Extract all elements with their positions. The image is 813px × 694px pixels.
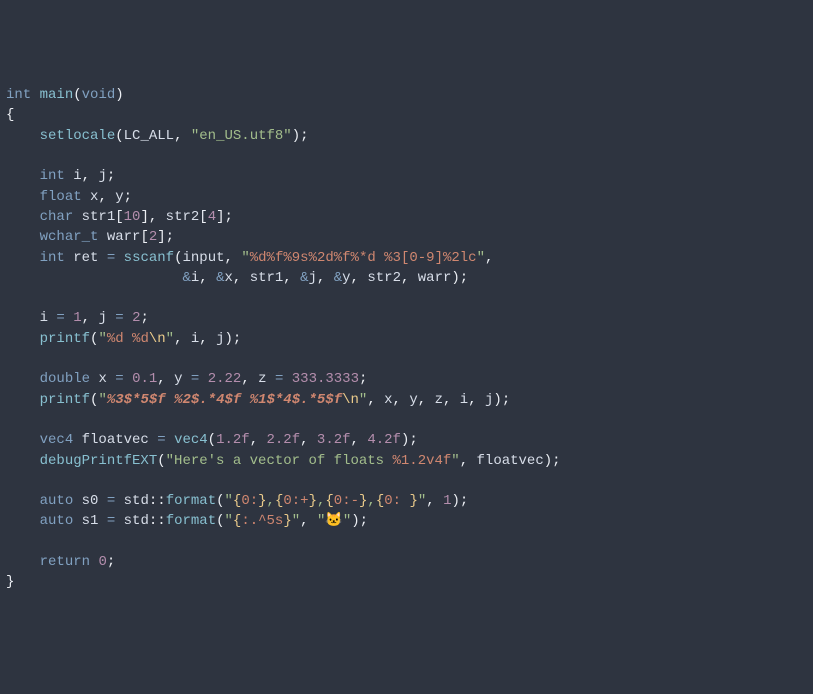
line-6: float x, y; bbox=[6, 189, 132, 205]
line-8: wchar_t warr[2]; bbox=[6, 229, 174, 245]
line-16: printf("%3$*5$f %2$.*4$f %1$*4$.*5$f\n",… bbox=[6, 392, 510, 408]
line-22: auto s1 = std::format("{:.^5s}", "🐱"); bbox=[6, 513, 368, 529]
line-24: return 0; bbox=[6, 554, 115, 570]
line-18: vec4 floatvec = vec4(1.2f, 2.2f, 3.2f, 4… bbox=[6, 432, 418, 448]
line-13: printf("%d %d\n", i, j); bbox=[6, 331, 241, 347]
line-12: i = 1, j = 2; bbox=[6, 310, 149, 326]
line-10: &i, &x, str1, &j, &y, str2, warr); bbox=[6, 270, 468, 286]
line-9: int ret = sscanf(input, "%d%f%9s%2d%f%*d… bbox=[6, 250, 493, 266]
line-5: int i, j; bbox=[6, 168, 115, 184]
line-1: int main(void) bbox=[6, 87, 124, 103]
line-15: double x = 0.1, y = 2.22, z = 333.3333; bbox=[6, 371, 367, 387]
code-block: int main(void) { setlocale(LC_ALL, "en_U… bbox=[6, 85, 807, 592]
line-7: char str1[10], str2[4]; bbox=[6, 209, 233, 225]
line-19: debugPrintfEXT("Here's a vector of float… bbox=[6, 453, 561, 469]
line-3: setlocale(LC_ALL, "en_US.utf8"); bbox=[6, 128, 309, 144]
line-21: auto s0 = std::format("{0:},{0:+},{0:-},… bbox=[6, 493, 468, 509]
line-25: } bbox=[6, 574, 14, 590]
line-2: { bbox=[6, 107, 14, 123]
